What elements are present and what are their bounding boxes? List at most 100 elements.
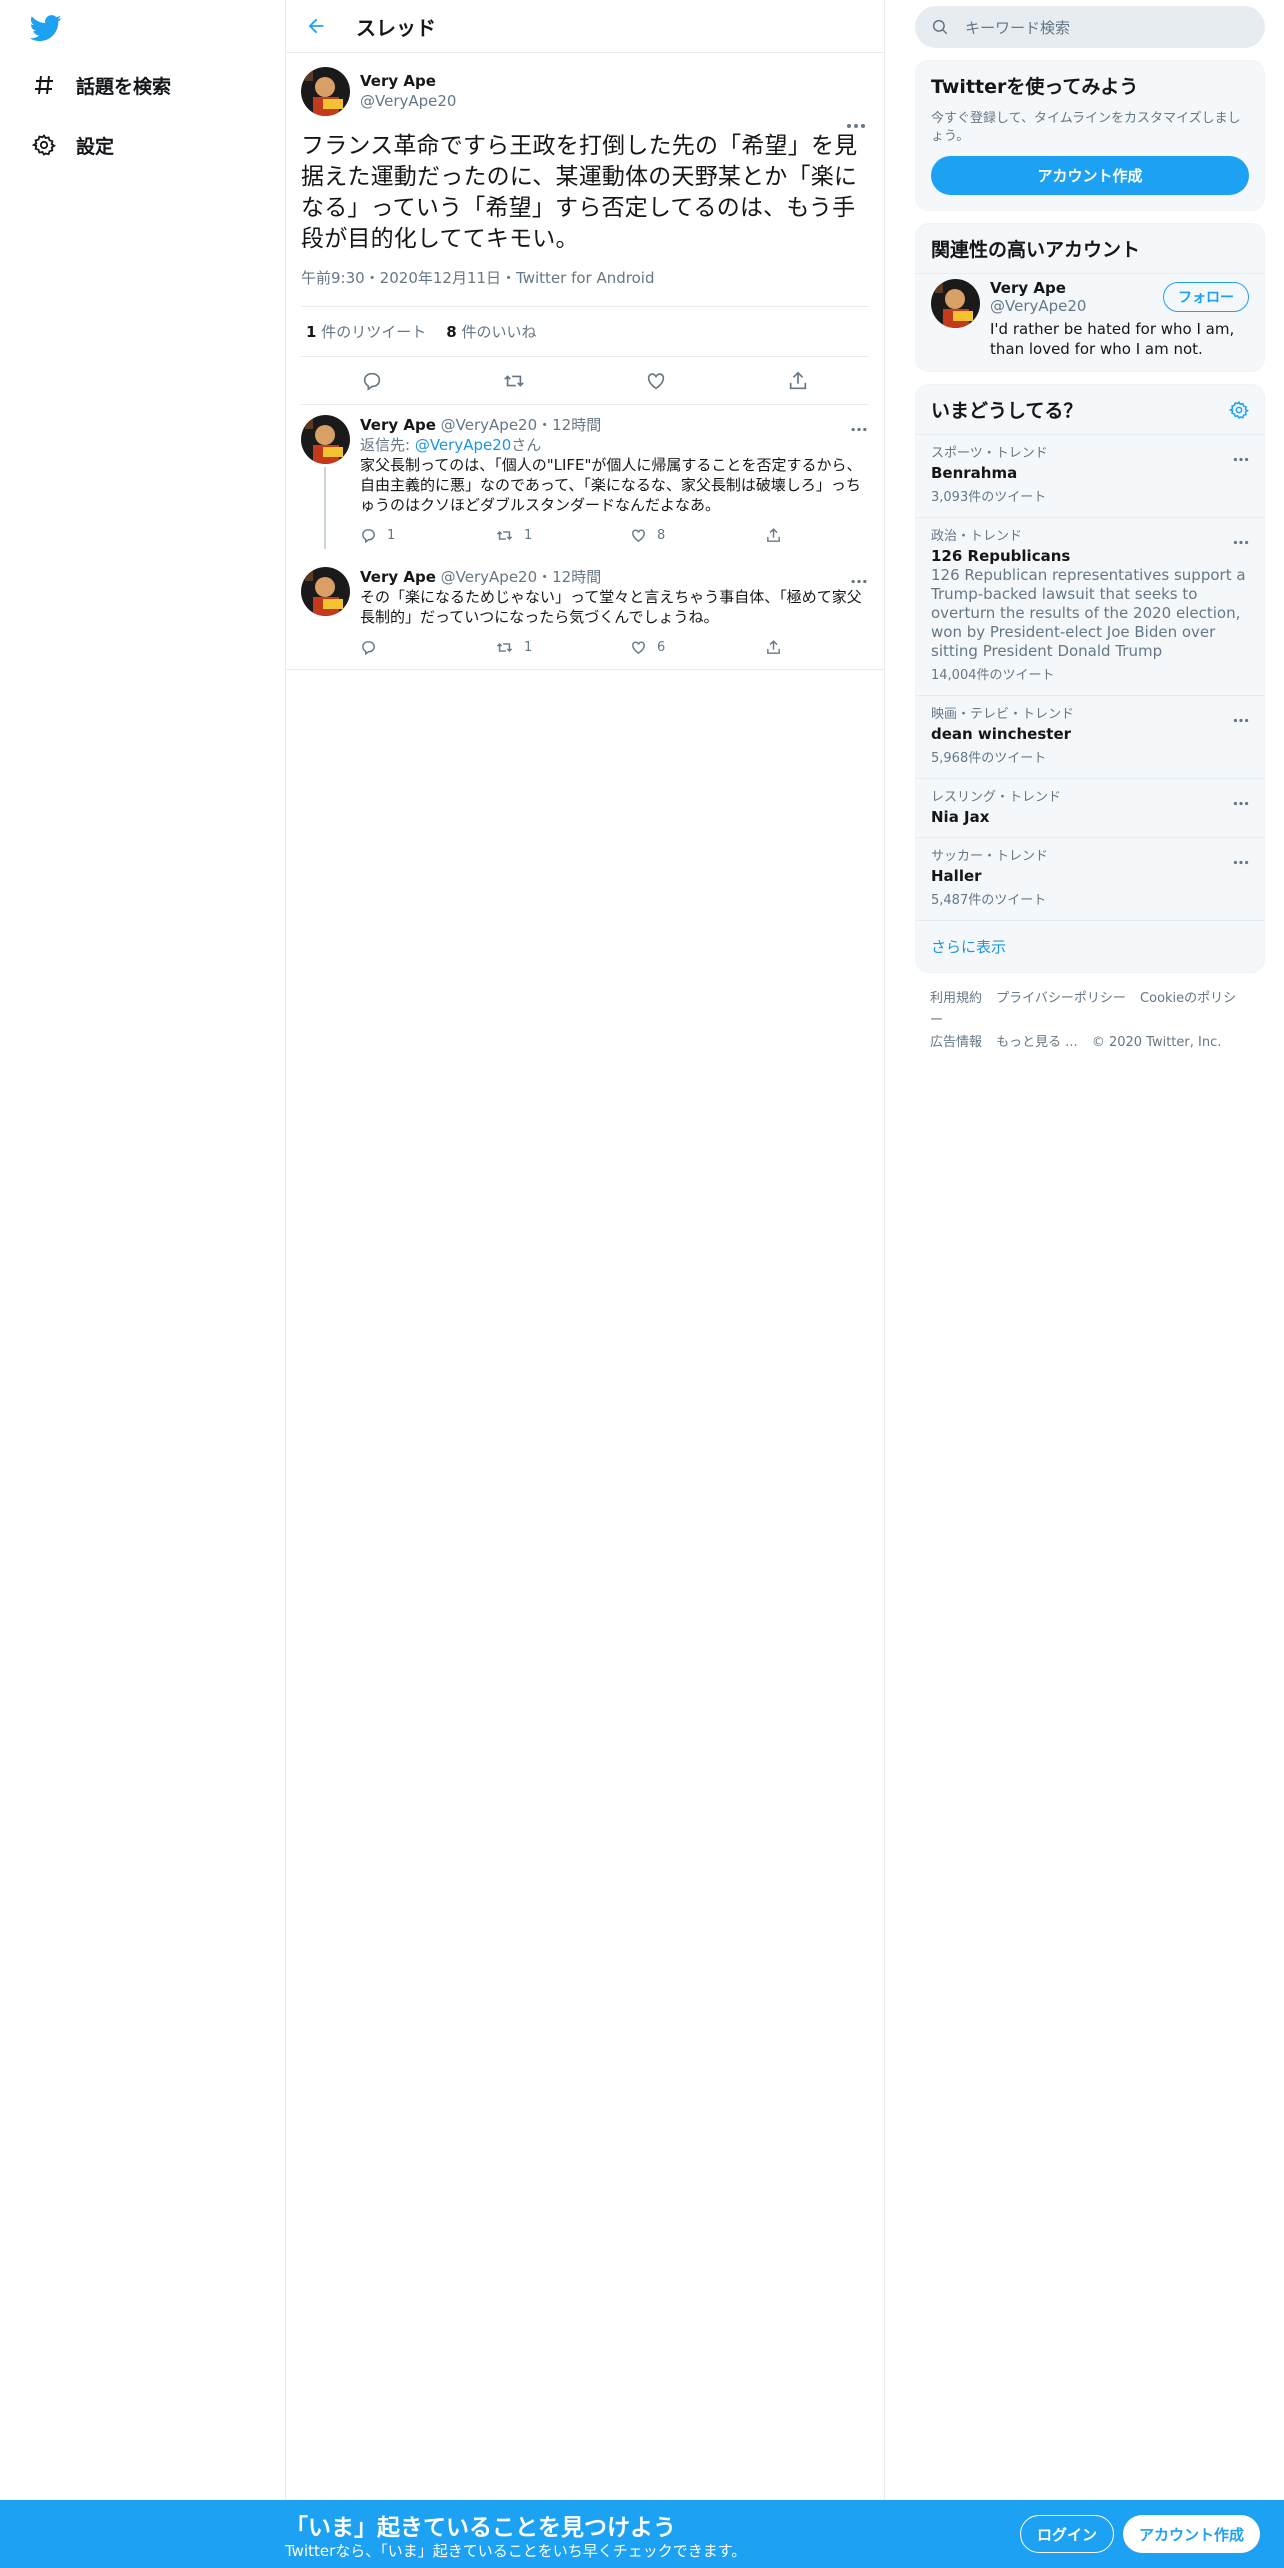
related-bio: I'd rather be hated for who I am, than l… [990, 320, 1235, 358]
more-icon[interactable] [850, 569, 868, 588]
share-icon[interactable] [781, 364, 815, 398]
footer-copyright: © 2020 Twitter, Inc. [1091, 1035, 1222, 1050]
reply-header: Very Ape @VeryApe20・12時間 [360, 567, 869, 587]
reply-icon[interactable] [355, 364, 389, 398]
share-button[interactable] [765, 639, 792, 656]
avatar[interactable] [301, 415, 350, 464]
retweet-icon[interactable] [497, 364, 531, 398]
more-icon[interactable] [1233, 791, 1249, 810]
reply-button[interactable] [360, 639, 495, 656]
trend-item[interactable]: スポーツ・トレンド Benrahma 3,093件のツイート [916, 435, 1264, 518]
share-icon [767, 639, 780, 654]
search-icon [932, 19, 948, 35]
reply-author-handle: @VeryApe20 [440, 568, 538, 586]
twitter-logo-icon[interactable] [29, 12, 62, 44]
trend-name: Nia Jax [931, 808, 990, 826]
retweet-icon [496, 642, 513, 652]
nav-settings-label: 設定 [76, 135, 115, 158]
retweet-label: 件のリツイート [321, 323, 427, 341]
reply-tweet[interactable]: Very Ape @VeryApe20・12時間 その「楽になるためじゃない」っ… [286, 557, 884, 670]
gear-icon [30, 131, 58, 159]
trend-count: 3,093件のツイート [931, 490, 1047, 505]
follow-button[interactable]: フォロー [1163, 282, 1249, 312]
retweet-icon [496, 530, 513, 540]
avatar[interactable] [931, 279, 980, 328]
page-title: スレッド [356, 15, 436, 40]
reply-text: 家父長制ってのは、「個人の"LIFE"が個人に帰属することを否定するから、自由主… [360, 456, 862, 514]
heart-icon[interactable] [639, 364, 673, 398]
trend-item[interactable]: レスリング・トレンド Nia Jax [916, 779, 1264, 838]
more-icon[interactable] [844, 119, 868, 133]
avatar[interactable] [301, 66, 350, 116]
trend-item[interactable]: 映画・テレビ・トレンド dean winchester 5,968件のツイート [916, 696, 1264, 779]
tweet-actions [301, 357, 869, 405]
arrow-left-icon [308, 18, 324, 34]
like-button[interactable]: 6 [630, 639, 765, 656]
trends-title: いまどうしてる？ [931, 400, 1083, 422]
tweet-meta[interactable]: 午前9:30・2020年12月11日・Twitter for Android [301, 267, 869, 307]
more-icon[interactable] [1233, 850, 1249, 869]
reply-author-handle: @VeryApe20 [440, 416, 538, 434]
right-sidebar: キーワード検索 Twitterを使ってみよう 今すぐ登録して、タイムラインをカス… [915, 0, 1265, 1069]
retweet-stat[interactable]: 1 件のリツイート [306, 321, 426, 342]
more-icon[interactable] [1233, 708, 1249, 727]
reply-author-name[interactable]: Very Ape [360, 568, 436, 586]
reply-button[interactable]: 1 [360, 527, 495, 544]
show-more-link[interactable]: さらに表示 [916, 921, 1264, 972]
author-name: Very Ape [360, 72, 436, 90]
signup-desc: 今すぐ登録して、タイムラインをカスタマイズしましょう。 [931, 111, 1241, 144]
more-icon[interactable] [850, 417, 868, 436]
like-count: 6 [657, 639, 666, 655]
retweet-button[interactable]: 1 [495, 527, 630, 544]
footer-link-ads[interactable]: 広告情報 [930, 1035, 982, 1050]
search-input[interactable]: キーワード検索 [915, 6, 1265, 48]
focused-tweet: Very Ape @VeryApe20 フランス革命ですら王政を打倒した先の「希… [286, 53, 884, 405]
footer-link-privacy[interactable]: プライバシーポリシー [996, 991, 1126, 1006]
share-button[interactable] [765, 527, 792, 544]
reply-count: 1 [387, 527, 396, 543]
like-button[interactable]: 8 [630, 527, 765, 544]
footer-link-more[interactable]: もっと見る ... [996, 1035, 1078, 1050]
create-account-button[interactable]: アカウント作成 [931, 156, 1249, 195]
footer: 利用規約 プライバシーポリシー Cookieのポリシー 広告情報 もっと見る .… [915, 973, 1265, 1069]
trend-name: Benrahma [931, 464, 1018, 482]
reply-time[interactable]: ・12時間 [537, 568, 601, 586]
trend-count: 5,487件のツイート [931, 893, 1047, 908]
retweet-count: 1 [524, 639, 533, 655]
trend-category: レスリング・トレンド [931, 790, 1062, 805]
footer-link-terms[interactable]: 利用規約 [930, 991, 982, 1006]
related-title: 関連性の高いアカウント [916, 224, 1264, 274]
thread-line [324, 467, 326, 549]
signup-button[interactable]: アカウント作成 [1123, 2515, 1261, 2553]
gear-icon[interactable] [1229, 400, 1249, 420]
nav-settings[interactable]: 設定 [30, 125, 114, 165]
reply-to-link[interactable]: @VeryApe20 [415, 436, 511, 454]
tweet-text: フランス革命ですら王政を打倒した先の「希望」を見据えた運動だったのに、某運動体の… [301, 133, 858, 252]
reply-text: その「楽になるためじゃない」って堂々と言えちゃう事自体、「極めて家父長制的」だっ… [360, 588, 862, 626]
trend-name: Haller [931, 867, 982, 885]
reply-time[interactable]: ・12時間 [537, 416, 601, 434]
reply-author-name[interactable]: Very Ape [360, 416, 436, 434]
trends-card: いまどうしてる？ スポーツ・トレンド Benrahma 3,093件のツイート … [915, 384, 1265, 973]
trend-item[interactable]: 政治・トレンド 126 Republicans 126 Republican r… [916, 518, 1264, 696]
like-count: 8 [446, 323, 457, 341]
nav-explore[interactable]: 話題を検索 [30, 65, 171, 105]
reply-tweet[interactable]: Very Ape @VeryApe20・12時間 返信先: @VeryApe20… [286, 405, 884, 557]
trend-name: dean winchester [931, 725, 1072, 743]
login-button[interactable]: ログイン [1020, 2515, 1115, 2553]
like-stat[interactable]: 8 件のいいね [446, 321, 536, 342]
more-icon[interactable] [1233, 447, 1249, 466]
bottom-bar-subtitle: Twitterなら、「いま」起きていることをいち早くチェックできます。 [285, 2542, 747, 2560]
retweet-button[interactable]: 1 [495, 639, 630, 656]
related-account[interactable]: Very Ape @VeryApe20 I'd rather be hated … [916, 274, 1264, 371]
tweet-author[interactable]: Very Ape @VeryApe20 [301, 65, 869, 117]
back-button[interactable] [296, 6, 336, 46]
avatar[interactable] [301, 567, 350, 616]
trend-item[interactable]: サッカー・トレンド Haller 5,487件のツイート [916, 838, 1264, 921]
hashtag-icon [30, 71, 58, 99]
more-icon[interactable] [1233, 530, 1249, 549]
signup-title: Twitterを使ってみよう [931, 76, 1139, 98]
signup-card: Twitterを使ってみよう 今すぐ登録して、タイムラインをカスタマイズしましょ… [915, 60, 1265, 211]
reply-to-suffix: さん [511, 436, 542, 454]
trend-name: 126 Republicans [931, 547, 1071, 565]
